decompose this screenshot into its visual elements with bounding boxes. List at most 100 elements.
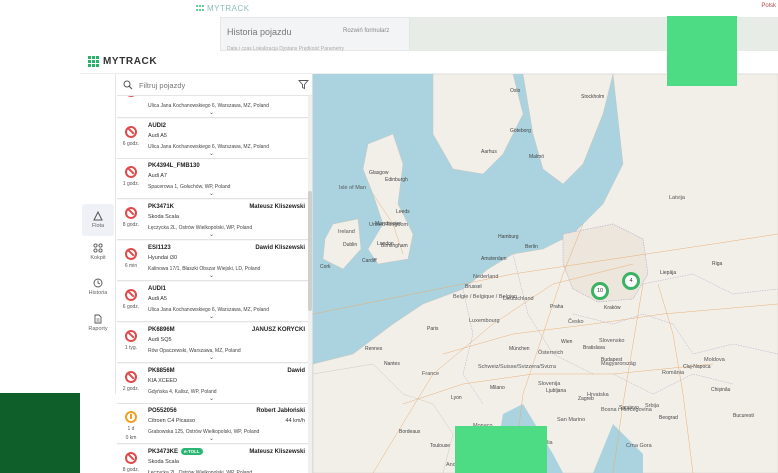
vehicle-card[interactable]: 1 tyg. PK6896M JANUSZ KORYCKI Audi SQ5 Rów O…	[117, 323, 309, 363]
vehicle-card[interactable]: 8 godz. PK3473KE Mateusz Kliszewski Skoda S…	[117, 445, 309, 473]
vehicle-model: Audi A5	[148, 133, 167, 139]
map-cluster-marker[interactable]: 4	[622, 272, 640, 290]
chevron-down-icon[interactable]: ⌄	[209, 396, 214, 402]
map-label: Malmö	[529, 154, 545, 160]
map-label: München	[509, 346, 530, 352]
vehicle-list: Ulica Jana Kochanowskiego 6, Warszawa, M…	[117, 78, 309, 473]
map-view[interactable]: Latvija United Kingdom Nederland Belgie / B…	[313, 74, 778, 473]
map-label: Wien	[561, 339, 573, 345]
chevron-down-icon[interactable]: ⌄	[209, 110, 214, 116]
vehicle-address: Rów Opaczewski, Warszawa, MZ, Poland	[148, 348, 241, 354]
screen: MYTRACK Polsk Historia pojazdu Rozwiń fo…	[0, 0, 778, 473]
vehicle-plate: PK8856M	[148, 368, 175, 374]
map-label: Ireland	[338, 229, 355, 235]
map-label: France	[422, 371, 440, 377]
vehicle-time: 6 godz.	[122, 304, 140, 310]
vehicle-driver: Robert Jabłoński	[256, 408, 305, 414]
vehicle-card[interactable]: 6 godz. AUDI1 Audi A5 Ulica Jana Kochanowsk…	[117, 282, 309, 322]
nav-item-historia[interactable]: Historia	[82, 271, 114, 303]
vehicle-plate: PK3473KE	[148, 449, 179, 455]
vehicle-card[interactable]: 8 godz. PK3471K Mateusz Kliszewski Skoda Sc…	[117, 200, 309, 240]
vehicle-model: Hyundai i30	[148, 255, 178, 261]
map-label: Luxembourg	[469, 318, 500, 324]
map-label: Latvija	[669, 195, 685, 201]
map-label: Budapest	[601, 357, 623, 363]
map-label: Lyon	[451, 395, 462, 401]
vehicle-plate: AUDI1	[148, 286, 167, 292]
map-label: Cork	[320, 264, 331, 270]
nav-item-raporty[interactable]: Raporty	[82, 307, 114, 339]
nav-label: Historia	[88, 290, 108, 296]
map-label: Nederland	[473, 274, 499, 280]
vehicle-card[interactable]: 6 godz. AUDI2 Audi A5 Ulica Jana Kochanowsk…	[117, 119, 309, 159]
map-label: Bratislava	[583, 345, 605, 351]
no-signal-icon	[125, 289, 137, 301]
no-signal-icon	[125, 330, 137, 342]
search-input[interactable]	[139, 78, 289, 92]
no-signal-icon	[125, 452, 137, 464]
no-signal-icon	[125, 126, 137, 138]
map-label: Cardiff	[362, 258, 377, 264]
vehicle-address: Grabowska 125, Ostrów Wielkopolski, WP, …	[148, 429, 260, 435]
filter-icon[interactable]	[298, 79, 309, 90]
no-signal-icon	[125, 371, 137, 383]
vehicle-plate: ESI1123	[148, 245, 171, 251]
vehicle-distance: 0 km	[125, 435, 137, 441]
logo[interactable]: MYTRACK	[88, 56, 157, 67]
chevron-down-icon[interactable]: ⌄	[209, 232, 214, 238]
overlay-block	[667, 16, 737, 86]
vehicle-time: 1 godz.	[122, 181, 140, 187]
map-label: Edinburgh	[385, 177, 408, 183]
vehicle-time: 8 godz.	[122, 222, 140, 228]
map-label: Zagreb	[578, 396, 594, 402]
map-label: Isle of Man	[339, 185, 366, 191]
vehicle-address: Ulica Jana Kochanowskiego 6, Warszawa, M…	[148, 103, 269, 109]
map-cluster-marker[interactable]: 10	[591, 282, 609, 300]
vehicle-plate: PK4394L_FMB130	[148, 163, 200, 169]
vehicle-plate: PO552056	[148, 408, 177, 414]
vehicle-plate: PK3471K	[148, 204, 175, 210]
nav-item-kokpit[interactable]: Kokpit	[82, 236, 114, 268]
left-nav: Flota Kokpit Historia Raporty	[80, 74, 116, 394]
vehicle-driver: Mateusz Kliszewski	[249, 204, 305, 210]
chevron-down-icon[interactable]: ⌄	[209, 355, 214, 361]
vehicle-model: Skoda Scala	[148, 214, 179, 220]
map-label: Glasgow	[369, 170, 389, 176]
map-label: Leeds	[396, 209, 410, 215]
list-scrollbar[interactable]	[308, 96, 312, 473]
scrollbar-thumb[interactable]	[308, 191, 312, 311]
map-label: San Marino	[557, 417, 586, 423]
vehicle-time: 6 min	[124, 263, 138, 269]
logo-icon	[88, 56, 99, 67]
chevron-down-icon[interactable]: ⌄	[209, 273, 214, 279]
map-label: Kraków	[604, 305, 621, 311]
vehicle-card[interactable]: 1 d 0 km PO552056 Robert Jabłoński Citroen C…	[117, 404, 309, 444]
chevron-down-icon[interactable]: ⌄	[209, 436, 214, 442]
warning-icon	[125, 411, 137, 423]
vehicle-address: Ulica Jana Kochanowskiego 6, Warszawa, M…	[148, 144, 269, 150]
vehicle-driver: Dawid Kliszewski	[255, 245, 305, 251]
search-icon	[123, 80, 133, 90]
map-label: Slovenija	[538, 381, 561, 387]
map-label: Praha	[550, 304, 564, 310]
vehicle-card[interactable]: 6 min ESI1123 Dawid Kliszewski Hyundai i30 K…	[117, 241, 309, 281]
map-label: Stockholm	[581, 94, 605, 100]
map-label: Nantes	[384, 361, 400, 367]
map-label: Bucuresti	[733, 413, 754, 419]
map-label: Amsterdam	[481, 256, 507, 262]
ghost-logo-text: MYTRACK	[207, 4, 250, 13]
chevron-down-icon[interactable]: ⌄	[209, 151, 214, 157]
nav-label: Raporty	[88, 326, 108, 332]
map-label: Toulouse	[430, 443, 451, 449]
chevron-down-icon[interactable]: ⌄	[209, 191, 214, 197]
chevron-down-icon[interactable]: ⌄	[209, 314, 214, 320]
ghost-logo: MYTRACK	[196, 4, 250, 13]
map-label: Brussel	[465, 284, 482, 290]
map-label: Paris	[427, 326, 439, 332]
vehicle-time: 8 godz.	[122, 467, 140, 473]
vehicle-card[interactable]: 1 godz. PK4394L_FMB130 Audi A7 Spacerowa 1,…	[117, 159, 309, 199]
vehicle-card[interactable]: 2 godz. PK8856M Dawid KIA XCEED Gdyńska 4, K…	[117, 364, 309, 404]
map-label: Cluj-Napoca	[683, 364, 711, 370]
nav-item-flota[interactable]: Flota	[82, 204, 114, 236]
map-label: Česko	[568, 319, 584, 325]
